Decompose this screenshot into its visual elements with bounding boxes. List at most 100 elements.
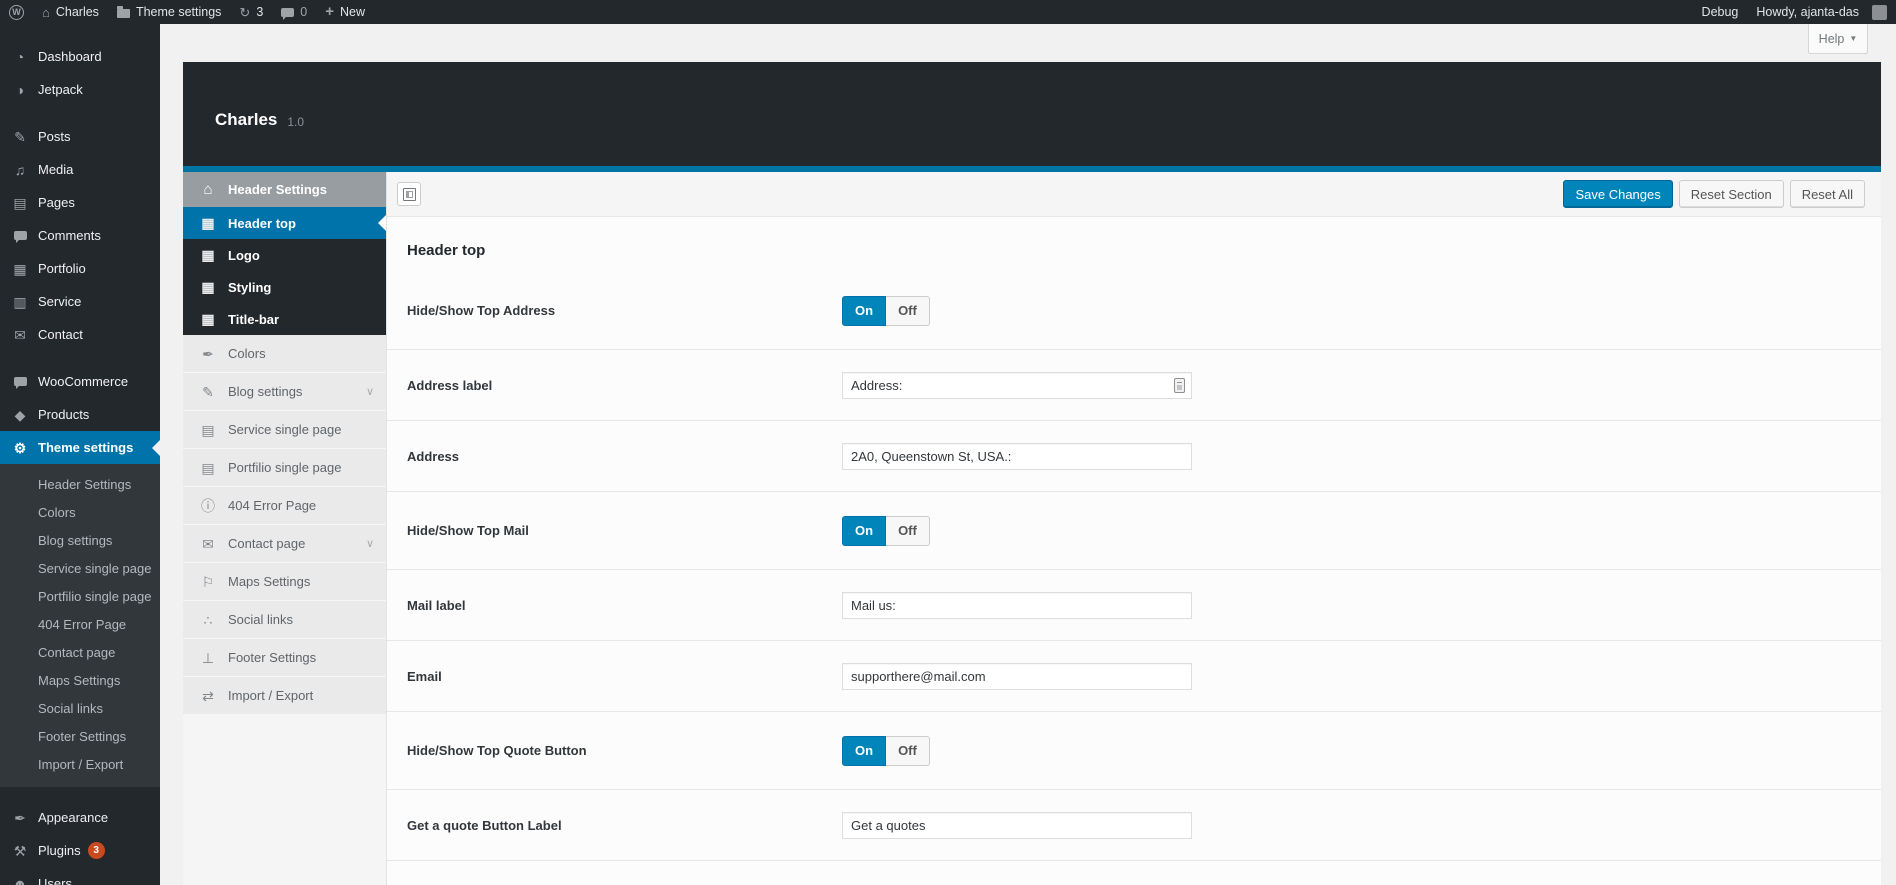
sidebar-submenu-item-contact-page[interactable]: Contact page: [0, 639, 160, 667]
sidebar-submenu-item-colors[interactable]: Colors: [0, 499, 160, 527]
sync-icon: ⇄: [198, 689, 218, 703]
admin-bar-wordpress[interactable]: W: [0, 0, 33, 24]
sidebar-submenu-item-404-error-page[interactable]: 404 Error Page: [0, 611, 160, 639]
products-icon: ◆: [11, 408, 29, 422]
text-input-wrap: [842, 592, 1192, 619]
toggle-on-button[interactable]: On: [842, 296, 886, 326]
options-menu-item-maps-settings[interactable]: ⚐Maps Settings: [183, 563, 386, 601]
sidebar-submenu-item-social-links[interactable]: Social links: [0, 695, 160, 723]
layout-icon: ▦: [198, 216, 218, 230]
toggle-on-button[interactable]: On: [842, 736, 886, 766]
on-off-toggle: OnOff: [842, 516, 930, 546]
sidebar-item-dashboard[interactable]: ◔Dashboard: [0, 40, 160, 73]
sidebar-item-label: Products: [38, 407, 89, 422]
sidebar-item-label: Portfolio: [38, 261, 86, 276]
toolbar-buttons: Save Changes Reset Section Reset All: [1563, 180, 1865, 208]
sidebar-item-media[interactable]: ♫Media: [0, 153, 160, 186]
admin-bar-updates[interactable]: ↻ 3: [230, 0, 272, 24]
sidebar-item-posts[interactable]: ✎Posts: [0, 120, 160, 153]
options-content: Save Changes Reset Section Reset All Hea…: [387, 172, 1881, 885]
options-menu-item-header-top[interactable]: ▦ Header top: [183, 207, 386, 239]
sidebar-submenu-item-service-single-page[interactable]: Service single page: [0, 555, 160, 583]
sidebar-item-label: Users: [38, 876, 72, 885]
options-menu-item-logo[interactable]: ▦ Logo: [183, 239, 386, 271]
save-changes-button[interactable]: Save Changes: [1563, 180, 1672, 208]
reset-section-button[interactable]: Reset Section: [1679, 180, 1784, 208]
field-control: OnOff: [842, 736, 930, 766]
map-icon: ⚐: [198, 575, 218, 589]
toggle-off-button[interactable]: Off: [886, 736, 930, 766]
options-menu-item-social-links[interactable]: ∴Social links: [183, 601, 386, 639]
sidebar-item-appearance[interactable]: ✒Appearance: [0, 801, 160, 834]
sidebar-submenu-item-footer-settings[interactable]: Footer Settings: [0, 723, 160, 751]
expand-options-button[interactable]: [397, 182, 421, 206]
reset-all-button[interactable]: Reset All: [1790, 180, 1865, 208]
options-menu-item-service-single-page[interactable]: ▤Service single page: [183, 411, 386, 449]
sidebar-item-pages[interactable]: ▤Pages: [0, 186, 160, 219]
admin-bar-debug[interactable]: Debug: [1693, 0, 1748, 24]
toggle-off-button[interactable]: Off: [886, 516, 930, 546]
field-input-mail-label[interactable]: [842, 592, 1192, 619]
sidebar-item-portfolio[interactable]: ▦Portfolio: [0, 252, 160, 285]
field-row-address-label: Address label: [387, 350, 1881, 421]
options-menu-item-title-bar[interactable]: ▦Title-bar: [183, 303, 386, 335]
options-menu-item-label: Portfilio single page: [228, 460, 341, 475]
sidebar-submenu-item-portfilio-single-page[interactable]: Portfilio single page: [0, 583, 160, 611]
sidebar-item-users[interactable]: ☻Users: [0, 867, 160, 885]
sidebar-item-woocommerce[interactable]: WooCommerce: [0, 365, 160, 398]
avatar: [1872, 5, 1887, 20]
options-menu-item-404-error-page[interactable]: ⓘ404 Error Page: [183, 487, 386, 525]
field-input-address[interactable]: [842, 443, 1192, 470]
chevron-down-icon: ∨: [366, 537, 374, 550]
sidebar-submenu-item-maps-settings[interactable]: Maps Settings: [0, 667, 160, 695]
field-label: Mail label: [407, 598, 842, 613]
field-label: Address label: [407, 378, 842, 393]
field-input-get-a-quote-button-label[interactable]: [842, 812, 1192, 839]
options-menu-item-footer-settings[interactable]: ⊥Footer Settings: [183, 639, 386, 677]
sidebar-item-comments[interactable]: Comments: [0, 219, 160, 252]
sidebar-submenu-item-import-export[interactable]: Import / Export: [0, 751, 160, 779]
options-group-header-settings[interactable]: ⌂Header Settings: [183, 172, 386, 207]
admin-bar-account[interactable]: Howdy, ajanta-das: [1747, 0, 1896, 24]
options-menu-item-contact-page[interactable]: ✉Contact page∨: [183, 525, 386, 563]
theme-options-panel: Charles 1.0 ⌂Header Settings▦Header top▦…: [183, 62, 1881, 885]
mail-icon: ✉: [11, 328, 29, 342]
sidebar-item-theme-settings[interactable]: ⚙Theme settings: [0, 431, 160, 464]
options-menu-item-styling[interactable]: ▦Styling: [183, 271, 386, 303]
sidebar-submenu-item-blog-settings[interactable]: Blog settings: [0, 527, 160, 555]
sidebar-item-contact[interactable]: ✉Contact: [0, 318, 160, 351]
field-label: Address: [407, 449, 842, 464]
sidebar-item-label: Service: [38, 294, 81, 309]
plugin-icon: ⚒: [11, 844, 29, 858]
options-menu-item-blog-settings[interactable]: ✎Blog settings∨: [183, 373, 386, 411]
sidebar-item-products[interactable]: ◆ Products: [0, 398, 160, 431]
admin-bar-theme-settings[interactable]: Theme settings: [108, 0, 230, 24]
sidebar-item-service[interactable]: ▥Service: [0, 285, 160, 318]
field-row-email: Email: [387, 641, 1881, 712]
options-menu-item-label: Header top: [228, 216, 296, 231]
sidebar-item-jetpack[interactable]: ◑Jetpack: [0, 73, 160, 106]
sidebar-item-label: Dashboard: [38, 49, 102, 64]
toggle-off-button[interactable]: Off: [886, 296, 930, 326]
admin-bar-new[interactable]: + New: [316, 0, 374, 24]
sidebar-submenu-item-header-settings[interactable]: Header Settings: [0, 471, 160, 499]
admin-bar-site[interactable]: ⌂ Charles: [33, 0, 108, 24]
options-menu-item-label: Logo: [228, 248, 260, 263]
toggle-on-button[interactable]: On: [842, 516, 886, 546]
update-icon: ↻: [239, 6, 250, 19]
field-control: [842, 663, 1192, 690]
admin-bar-comments[interactable]: 0: [272, 0, 316, 24]
help-button[interactable]: Help ▼: [1808, 24, 1868, 54]
sidebar-separator: [0, 787, 160, 801]
options-menu-item-portfilio-single-page[interactable]: ▤Portfilio single page: [183, 449, 386, 487]
layout-icon: ▦: [198, 248, 218, 262]
on-off-toggle: OnOff: [842, 296, 930, 326]
field-input-email[interactable]: [842, 663, 1192, 690]
jetpack-icon: ◑: [11, 83, 29, 97]
options-menu-item-colors[interactable]: ✒Colors: [183, 335, 386, 373]
sidebar-item-label: Plugins: [38, 843, 81, 858]
field-input-address-label[interactable]: [842, 372, 1192, 399]
sidebar-submenu: Header SettingsColorsBlog settingsServic…: [0, 464, 160, 787]
options-menu-item-import-export[interactable]: ⇄Import / Export: [183, 677, 386, 715]
sidebar-item-plugins[interactable]: ⚒Plugins3: [0, 834, 160, 867]
